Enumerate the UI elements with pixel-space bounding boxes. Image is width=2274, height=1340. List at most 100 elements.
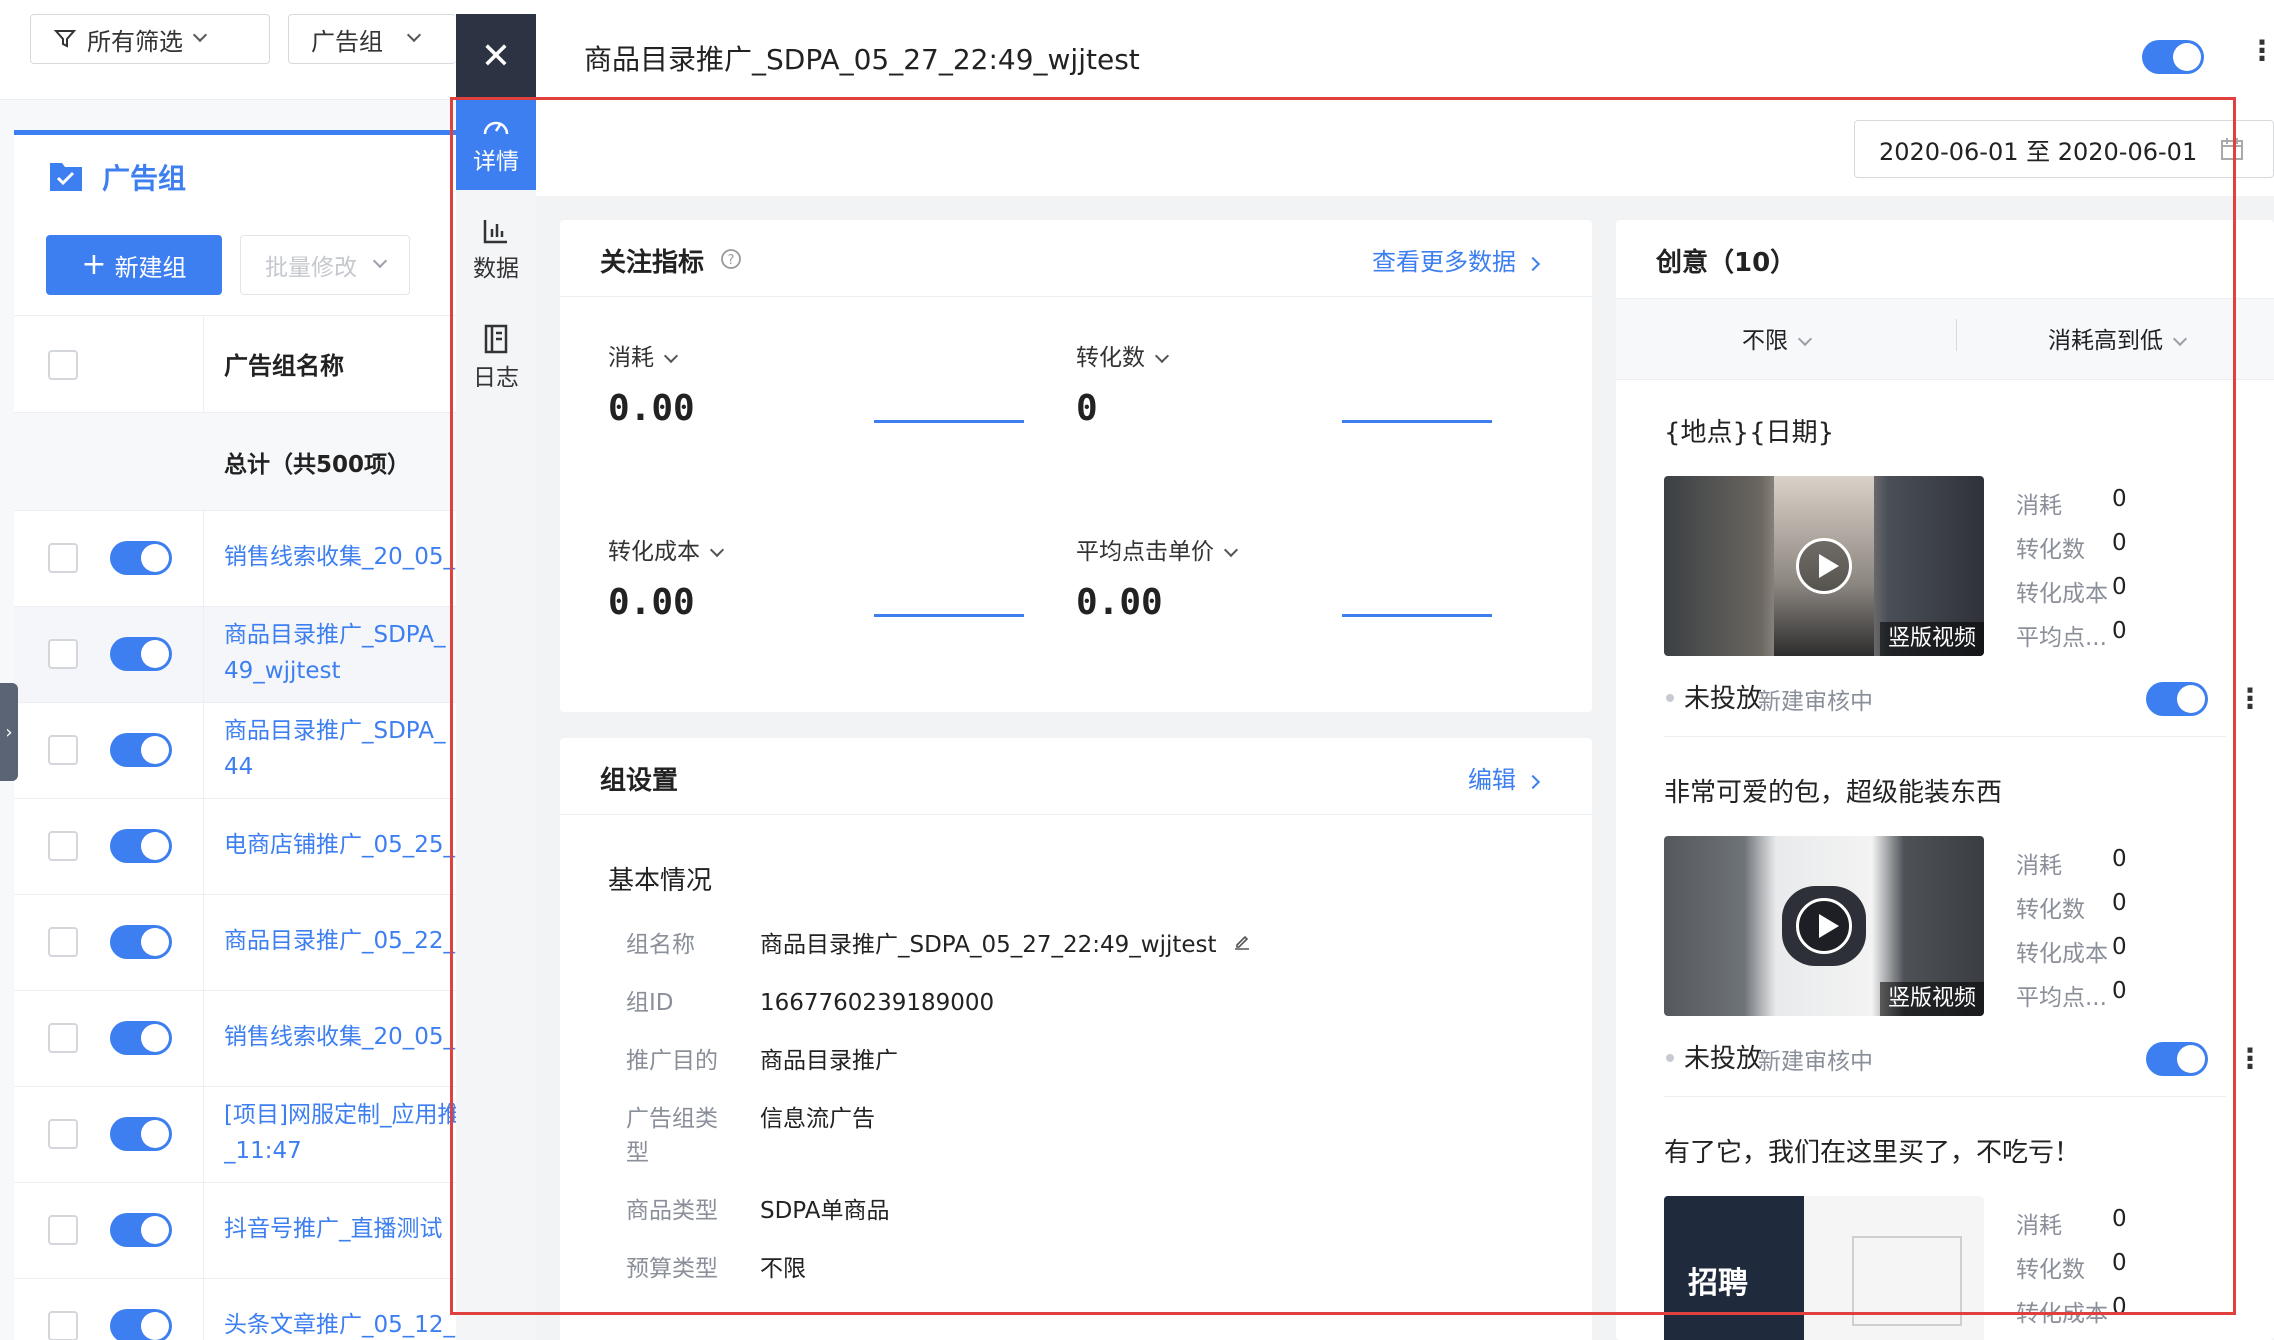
row-group-name-link[interactable]: 销售线索收集_20_05_: [224, 1019, 456, 1055]
creative-title: 有了它，我们在这里买了，不吃亏！: [1664, 1138, 2081, 1168]
creative-more-icon[interactable]: ⋮: [2236, 682, 2264, 715]
sparkline-conversions: [1342, 420, 1492, 423]
stat-value: 0: [2112, 530, 2127, 556]
metric-label-conversion-cost[interactable]: 转化成本: [608, 532, 725, 566]
metric-value-cost: 0.00: [608, 388, 695, 429]
play-icon[interactable]: [1796, 538, 1852, 594]
field-key: 商品类型: [626, 1198, 718, 1224]
chevron-right-icon: [1525, 774, 1541, 790]
table-row[interactable]: 商品目录推广_05_22_: [14, 895, 456, 991]
chevron-right-icon: [1525, 256, 1541, 272]
row-group-name-link[interactable]: 销售线索收集_20_05_: [224, 539, 456, 575]
row-group-name-link[interactable]: 商品目录推广_SDPA_ 44: [224, 713, 456, 785]
stat-value: 0: [2112, 1294, 2127, 1320]
rail-item-data[interactable]: 数据: [456, 204, 536, 296]
field-key: 预算类型: [626, 1256, 718, 1282]
all-filters-dropdown[interactable]: 所有筛选: [30, 14, 270, 64]
row-status-toggle[interactable]: [110, 637, 172, 671]
select-all-checkbox[interactable]: [48, 350, 78, 380]
date-range-picker[interactable]: 2020-06-01 至 2020-06-01: [1854, 120, 2274, 178]
table-row[interactable]: 头条文章推广_05_12_: [14, 1279, 456, 1340]
row-checkbox[interactable]: [48, 927, 78, 957]
row-name-line2: 44: [224, 754, 254, 780]
row-status-toggle[interactable]: [110, 733, 172, 767]
row-status-toggle[interactable]: [110, 829, 172, 863]
row-group-name-link[interactable]: 商品目录推广_SDPA_ 49_wjjtest: [224, 617, 456, 689]
table-row[interactable]: 电商店铺推广_05_25_: [14, 799, 456, 895]
row-group-name-link[interactable]: 抖音号推广_直播测试: [224, 1211, 456, 1247]
row-status-toggle[interactable]: [110, 1117, 172, 1151]
creative-toggle[interactable]: [2146, 682, 2208, 716]
row-status-toggle[interactable]: [110, 1309, 172, 1340]
row-group-name-link[interactable]: [项目]网服定制_应用推 _11:47: [224, 1097, 456, 1169]
detail-drawer: 商品目录推广_SDPA_05_27_22:49_wjjtest ⋮ ✕ 详情 数…: [456, 0, 2274, 1340]
creative-status-filter[interactable]: 不限: [1742, 321, 1813, 355]
creatives-card: 创意（10） 不限 消耗高到低 {地点}{日期} 竖版视频 消耗 0 转化数 0 转…: [1616, 220, 2274, 1340]
stat-key: 转化数: [2016, 1257, 2085, 1283]
video-type-tag: 竖版视频: [1879, 622, 1984, 656]
row-status-toggle[interactable]: [110, 925, 172, 959]
table-row[interactable]: 商品目录推广_SDPA_ 44: [14, 703, 456, 799]
batch-edit-label: 批量修改: [265, 255, 357, 281]
stat-key: 消耗: [2016, 493, 2062, 519]
close-button[interactable]: ✕: [456, 14, 536, 98]
table-row[interactable]: 销售线索收集_20_05_: [14, 511, 456, 607]
creative-thumbnail[interactable]: 竖版视频: [1664, 476, 1984, 656]
view-more-data-link[interactable]: 查看更多数据: [1372, 242, 1541, 277]
field-product-type: SDPA单商品: [760, 1198, 890, 1224]
edit-link[interactable]: 编辑: [1468, 760, 1541, 795]
row-status-toggle[interactable]: [110, 1021, 172, 1055]
table-row[interactable]: 抖音号推广_直播测试: [14, 1183, 456, 1279]
creative-thumbnail[interactable]: 竖版视频: [1664, 836, 1984, 1016]
chevron-down-icon: [192, 27, 208, 43]
row-checkbox[interactable]: [48, 1119, 78, 1149]
creatives-title: 创意（10）: [1656, 248, 1797, 278]
metric-label-conversions[interactable]: 转化数: [1076, 338, 1170, 372]
creative-more-icon[interactable]: ⋮: [2236, 1042, 2264, 1075]
row-status-toggle[interactable]: [110, 541, 172, 575]
stat-key: 转化数: [2016, 897, 2085, 923]
row-status-toggle[interactable]: [110, 1213, 172, 1247]
group-settings-card: 组设置 编辑 基本情况 组名称 商品目录推广_SDPA_05_27_22:49_…: [560, 738, 1592, 1340]
row-checkbox[interactable]: [48, 543, 78, 573]
row-checkbox[interactable]: [48, 735, 78, 765]
creative-toggle[interactable]: [2146, 1042, 2208, 1076]
stat-key: 转化成本: [2016, 1301, 2108, 1327]
edit-pencil-icon[interactable]: [1232, 932, 1252, 952]
sort-label: 消耗高到低: [2048, 328, 2163, 354]
row-group-name-link[interactable]: 商品目录推广_05_22_: [224, 923, 456, 959]
creative-sort-filter[interactable]: 消耗高到低: [2048, 321, 2188, 355]
rail-item-log[interactable]: 日志: [456, 312, 536, 404]
ad-group-dropdown[interactable]: 广告组: [288, 14, 456, 64]
metric-label-cost[interactable]: 消耗: [608, 338, 679, 372]
row-checkbox[interactable]: [48, 1311, 78, 1340]
row-checkbox[interactable]: [48, 1215, 78, 1245]
more-icon[interactable]: ⋮: [2248, 34, 2274, 67]
rail-item-details[interactable]: 详情: [456, 98, 536, 190]
table-row[interactable]: 商品目录推广_SDPA_ 49_wjjtest: [14, 607, 456, 703]
row-group-name-link[interactable]: 头条文章推广_05_12_: [224, 1307, 456, 1340]
table-row[interactable]: [项目]网服定制_应用推 _11:47: [14, 1087, 456, 1183]
batch-edit-button[interactable]: 批量修改: [240, 235, 410, 295]
row-group-name-link[interactable]: 电商店铺推广_05_25_: [224, 827, 456, 863]
table-row[interactable]: 销售线索收集_20_05_: [14, 991, 456, 1087]
list-title: 广告组: [102, 162, 187, 195]
status-dot: [1666, 694, 1674, 702]
group-status-toggle[interactable]: [2142, 40, 2204, 74]
expand-handle[interactable]: ›: [0, 683, 18, 781]
help-icon[interactable]: ?: [720, 248, 742, 270]
creative-thumbnail[interactable]: 招聘: [1664, 1196, 1984, 1340]
stat-value: 0: [2112, 618, 2127, 644]
row-checkbox[interactable]: [48, 831, 78, 861]
row-checkbox[interactable]: [48, 1023, 78, 1053]
metric-value-avg-cpc: 0.00: [1076, 582, 1163, 623]
ad-group-list: 广告组 + 新建组 批量修改 广告组名称 总计（共500项） 销售线索收集_20…: [14, 130, 456, 1340]
stat-value: 0: [2112, 574, 2127, 600]
new-group-label: 新建组: [114, 253, 187, 282]
new-group-button[interactable]: + 新建组: [46, 235, 222, 295]
metric-label-avg-cpc[interactable]: 平均点击单价: [1076, 532, 1239, 566]
divider: [1956, 319, 1957, 351]
play-icon[interactable]: [1796, 898, 1852, 954]
row-checkbox[interactable]: [48, 639, 78, 669]
stat-key: 转化数: [2016, 537, 2085, 563]
